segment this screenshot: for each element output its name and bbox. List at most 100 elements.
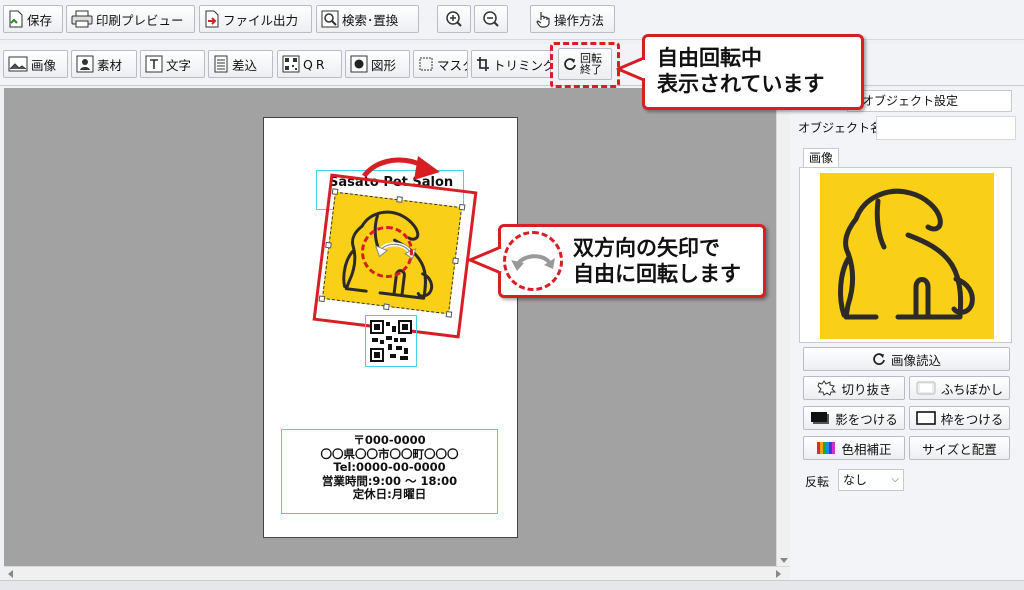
shadow-button[interactable]: 影をつける [803, 406, 905, 430]
zoom-out-icon [483, 11, 499, 27]
how-to-button[interactable]: 操作方法 [530, 5, 615, 33]
print-preview-button[interactable]: 印刷プレビュー [66, 5, 195, 33]
insert-image-button[interactable]: 画像 [3, 50, 68, 78]
object-name-label: オブジェクト名 [798, 121, 883, 135]
insert-material-button[interactable]: 素材 [71, 50, 137, 78]
object-settings-tab[interactable]: オブジェクト設定 [847, 90, 1012, 112]
save-button[interactable]: 保存 [3, 5, 63, 33]
mask-label: マスク [437, 57, 467, 73]
reload-icon [873, 353, 885, 365]
flip-value: なし [843, 473, 868, 487]
insert-image-label: 画像 [31, 57, 57, 73]
qr-code-icon [370, 320, 412, 362]
search-icon [321, 10, 339, 28]
flip-select[interactable]: なし ⌵ [838, 469, 904, 491]
callout-pointer-top [616, 56, 646, 82]
burst-crop-icon [817, 380, 837, 396]
crop-icon [477, 57, 489, 71]
scroll-right-icon[interactable] [776, 570, 781, 578]
text-icon [145, 55, 163, 73]
size-position-label: サイズと配置 [922, 441, 997, 457]
shape-icon [350, 55, 368, 73]
chevron-down-icon: ⌵ [891, 474, 899, 485]
search-replace-label: 検索･置換 [342, 12, 399, 28]
rotation-mode-callout-line2: 表示されています [657, 72, 825, 96]
save-label: 保存 [27, 12, 53, 28]
search-replace-button[interactable]: 検索･置換 [316, 5, 419, 33]
scroll-left-icon[interactable] [8, 570, 13, 578]
trimming-label: トリミング [493, 57, 551, 73]
hand-pointer-icon [536, 12, 550, 28]
rotate-handle-callout-line2: 自由に回転します [573, 262, 741, 286]
address-text-box[interactable]: 〒000-0000 〇〇県〇〇市〇〇町〇〇〇 Tel:0000-00-0000 … [281, 429, 498, 514]
file-export-icon [205, 10, 219, 28]
insert-qr-label: QR [303, 56, 328, 72]
blur-edge-label: ふちぼかし [940, 381, 1004, 397]
insert-shape-button[interactable]: 図形 [345, 50, 410, 78]
address-line: 〒000-0000 [353, 433, 426, 447]
how-to-label: 操作方法 [554, 12, 605, 28]
callout-pointer-mid [468, 245, 502, 275]
rotation-mode-callout: 自由回転中 表示されています [642, 34, 864, 110]
blur-edge-icon [916, 381, 936, 395]
load-image-label: 画像読込 [890, 352, 941, 368]
address-line: 定休日:月曜日 [352, 487, 427, 501]
shadow-label: 影をつける [835, 411, 898, 427]
color-correct-button[interactable]: 色相補正 [803, 436, 905, 460]
scroll-down-icon[interactable] [780, 558, 788, 563]
color-correct-label: 色相補正 [841, 441, 892, 457]
zoom-out-button[interactable] [474, 5, 508, 33]
insert-material-label: 素材 [97, 57, 123, 73]
print-preview-label: 印刷プレビュー [96, 12, 184, 28]
address-line: Tel:0000-00-0000 [333, 460, 446, 474]
image-preview-box [799, 167, 1012, 343]
mask-button[interactable]: マスク [413, 50, 468, 78]
crop-button[interactable]: 切り抜き [803, 376, 905, 400]
load-image-button[interactable]: 画像読込 [803, 347, 1010, 371]
save-icon [9, 10, 23, 28]
shadow-icon [811, 412, 830, 424]
merge-button[interactable]: 差込 [208, 50, 273, 78]
zoom-in-icon [446, 11, 462, 27]
image-icon [8, 56, 28, 72]
object-name-input[interactable] [876, 116, 1016, 140]
frame-button[interactable]: 枠をつける [909, 406, 1010, 430]
qr-icon [282, 55, 300, 73]
flip-label: 反転 [805, 475, 830, 489]
size-position-button[interactable]: サイズと配置 [909, 436, 1010, 460]
material-icon [76, 55, 94, 73]
file-output-button[interactable]: ファイル出力 [199, 5, 312, 33]
blur-edge-button[interactable]: ふちぼかし [909, 376, 1010, 400]
address-line: 〇〇県〇〇市〇〇町〇〇〇 [320, 446, 459, 461]
rotate-end-highlight [550, 42, 620, 88]
trimming-button[interactable]: トリミング [471, 50, 551, 78]
color-bars-icon [817, 442, 836, 454]
horizontal-scrollbar[interactable] [4, 566, 790, 580]
address-line: 営業時間:9:00 〜 18:00 [321, 473, 458, 488]
insert-shape-label: 図形 [371, 57, 397, 73]
bidirectional-arrow-icon [511, 254, 555, 271]
vertical-scrollbar[interactable] [776, 88, 790, 566]
rotation-arrow-icon [362, 156, 440, 180]
zoom-in-button[interactable] [437, 5, 471, 33]
insert-text-button[interactable]: 文字 [140, 50, 205, 78]
rotate-handle-highlight [361, 226, 413, 278]
dog-cat-preview-icon [838, 188, 975, 320]
rotate-handle-callout-line1: 双方向の矢印で [573, 236, 720, 260]
insert-text-label: 文字 [166, 57, 192, 73]
merge-label: 差込 [232, 57, 258, 73]
image-preview [820, 173, 994, 339]
frame-icon [915, 411, 936, 425]
crop-label: 切り抜き [841, 381, 892, 397]
merge-doc-icon [214, 55, 228, 73]
insert-qr-button[interactable]: QR [277, 50, 342, 78]
main-toolbar: 保存 印刷プレビュー ファイル出力 検索･置換 操作方法 [0, 0, 1024, 40]
frame-label: 枠をつける [940, 411, 1004, 427]
mask-icon [419, 57, 433, 71]
printer-icon [71, 10, 93, 28]
status-bar [0, 580, 1024, 590]
image-tab[interactable]: 画像 [803, 148, 839, 168]
insert-toolbar: 画像 素材 文字 差込 QR 図形 マスク トリミング [0, 42, 1024, 88]
rotation-mode-callout-line1: 自由回転中 [657, 46, 762, 70]
file-output-label: ファイル出力 [223, 12, 299, 28]
